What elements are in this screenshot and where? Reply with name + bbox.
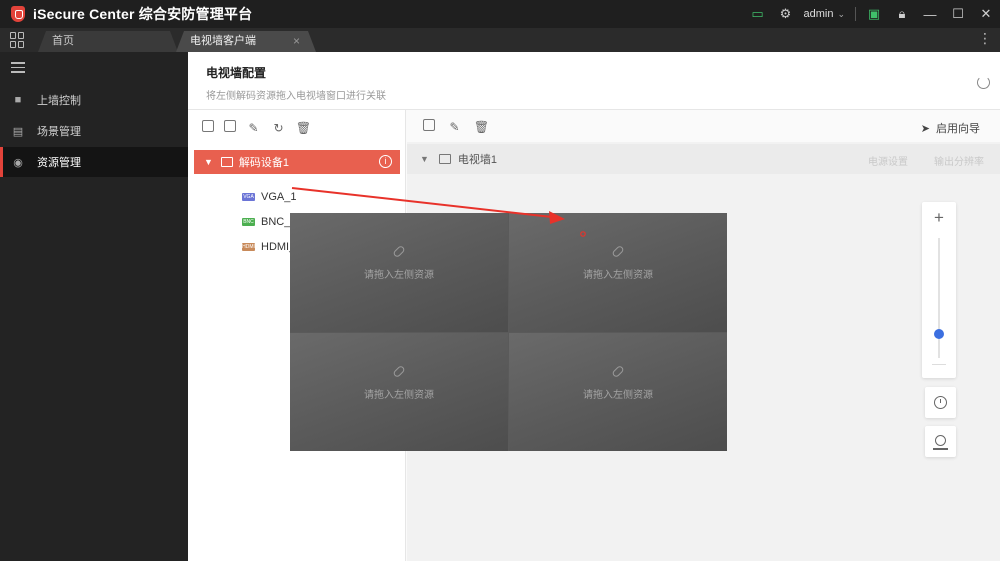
- username: admin: [803, 8, 834, 20]
- divider: [855, 7, 856, 21]
- timer-icon: [934, 396, 947, 409]
- webcam-icon: [933, 434, 948, 450]
- lock-icon[interactable]: 🔒︎: [888, 0, 916, 28]
- tree-leaf-bnc[interactable]: BNC BNC_1: [242, 214, 296, 230]
- app-grid-icon[interactable]: [10, 32, 26, 48]
- sidebar-item-resource-management[interactable]: ◉ 资源管理: [0, 147, 188, 177]
- edit-icon[interactable]: ✎: [447, 119, 462, 134]
- chevron-down-icon: ⌄: [837, 8, 845, 19]
- guide-label: 启用向导: [936, 123, 980, 135]
- zoom-control: +: [922, 202, 956, 378]
- refresh-icon[interactable]: [977, 76, 990, 89]
- menu-icon[interactable]: [11, 62, 25, 74]
- user-menu[interactable]: admin ⌄: [799, 8, 851, 20]
- more-icon[interactable]: ⋮: [978, 30, 992, 47]
- power-settings-button[interactable]: 电源设置: [868, 153, 908, 168]
- maximize-icon[interactable]: ☐: [944, 0, 972, 28]
- tab-strip: 首页 电视墙客户端 × ⋮: [0, 28, 1000, 52]
- tree-leaf-label: VGA_1: [261, 191, 297, 203]
- tab-tv-wall-client[interactable]: 电视墙客户端 ×: [176, 31, 316, 52]
- vga-port-icon: VGA: [242, 193, 255, 201]
- tab-home-label: 首页: [52, 35, 74, 47]
- hdmi-port-icon: HDMI: [242, 243, 255, 251]
- left-sidebar: ■ 上墙控制 ▤ 场景管理 ◉ 资源管理: [0, 52, 188, 561]
- chevron-down-icon[interactable]: ▼: [420, 154, 429, 164]
- wall-screen-1[interactable]: 请拖入左侧资源: [290, 213, 508, 332]
- wall-screen-2[interactable]: 请拖入左侧资源: [509, 213, 727, 332]
- wall-name: 电视墙1: [457, 154, 498, 166]
- square-icon: ■: [14, 94, 22, 106]
- wall-toolbar: ✎ 🗑︎ ➤ 启用向导: [407, 110, 1000, 142]
- tv-wall-grid: 请拖入左侧资源 请拖入左侧资源 请拖入左侧资源 请拖入左侧资源: [290, 213, 727, 451]
- page-title: 电视墙配置: [206, 66, 267, 80]
- decoder-icon: [220, 157, 233, 167]
- info-icon[interactable]: i: [379, 155, 392, 168]
- chevron-down-icon[interactable]: ▼: [204, 157, 213, 167]
- link-icon: [392, 244, 406, 259]
- wall-header[interactable]: ▼ 电视墙1 电源设置 输出分辨率: [407, 144, 1000, 174]
- sidebar-item-label: 场景管理: [37, 126, 81, 138]
- resource-icon: ◉: [13, 156, 23, 169]
- resource-toolbar: ✎ ↻ 🗑︎: [202, 120, 311, 135]
- zoom-in-icon[interactable]: +: [922, 208, 956, 228]
- app-window: iSecure Center 综合安防管理平台 ▭ ⚙ admin ⌄ ▣ 🔒︎…: [0, 0, 1000, 561]
- trash-icon[interactable]: 🗑︎: [474, 119, 489, 134]
- search-device-icon[interactable]: [224, 120, 236, 132]
- enable-guide-button[interactable]: ➤ 启用向导: [921, 120, 980, 136]
- wall-screen-3[interactable]: 请拖入左侧资源: [290, 332, 508, 451]
- wall-tools: ✎ 🗑︎: [423, 119, 489, 134]
- tree-node-label: 解码设备1: [238, 157, 290, 169]
- drop-hint: 请拖入左侧资源: [583, 270, 653, 281]
- sidebar-item-wall-control[interactable]: ■ 上墙控制: [0, 85, 188, 115]
- add-device-icon[interactable]: [202, 120, 214, 132]
- tab-home[interactable]: 首页: [38, 31, 178, 52]
- page-subtitle: 将左侧解码资源拖入电视墙窗口进行关联: [206, 91, 386, 102]
- zoom-slider-track[interactable]: [938, 238, 940, 358]
- trash-icon[interactable]: 🗑︎: [296, 120, 311, 135]
- timer-button[interactable]: [925, 387, 956, 418]
- wall-header-actions: 电源设置 输出分辨率: [868, 153, 984, 168]
- tree-leaf-vga[interactable]: VGA VGA_1: [242, 189, 296, 205]
- screen-check-icon[interactable]: ▣: [860, 0, 888, 28]
- tree-node-decoder[interactable]: ▼ 解码设备1 i: [194, 150, 400, 174]
- camera-button[interactable]: [925, 426, 956, 457]
- tab-close-icon[interactable]: ×: [293, 31, 300, 52]
- layout-icon[interactable]: [423, 119, 435, 131]
- edit-icon[interactable]: ✎: [246, 120, 261, 135]
- shield-logo-icon: [11, 6, 25, 22]
- link-icon: [611, 364, 625, 378]
- send-icon: ➤: [920, 122, 930, 135]
- tv-wall-icon: [438, 154, 451, 164]
- link-icon: [611, 244, 625, 259]
- title-bar: iSecure Center 综合安防管理平台 ▭ ⚙ admin ⌄ ▣ 🔒︎…: [0, 0, 1000, 28]
- wall-screen-4[interactable]: 请拖入左侧资源: [509, 332, 727, 451]
- sidebar-item-label: 上墙控制: [37, 95, 81, 107]
- gear-icon[interactable]: ⚙: [771, 0, 799, 28]
- bnc-port-icon: BNC: [242, 218, 255, 226]
- drop-hint: 请拖入左侧资源: [583, 389, 653, 401]
- minimize-icon[interactable]: —: [916, 0, 944, 28]
- app-title: iSecure Center 综合安防管理平台: [33, 6, 253, 22]
- scene-icon: ▤: [12, 125, 24, 138]
- drop-hint: 请拖入左侧资源: [364, 270, 434, 281]
- output-resolution-button[interactable]: 输出分辨率: [934, 153, 984, 168]
- sidebar-item-label: 资源管理: [37, 157, 81, 169]
- title-bar-actions: ▭ ⚙ admin ⌄ ▣ 🔒︎ — ☐ ✕: [743, 0, 1000, 28]
- zoom-slider-knob[interactable]: [934, 329, 944, 339]
- sidebar-item-scene-management[interactable]: ▤ 场景管理: [0, 116, 188, 146]
- drop-hint: 请拖入左侧资源: [364, 389, 434, 401]
- tab-tv-wall-label: 电视墙客户端: [190, 35, 256, 47]
- page-header: 电视墙配置 将左侧解码资源拖入电视墙窗口进行关联: [188, 52, 1000, 110]
- zoom-out-icon[interactable]: [932, 364, 946, 365]
- link-icon: [392, 364, 406, 378]
- monitor-status-icon[interactable]: ▭: [743, 0, 771, 28]
- refresh-icon[interactable]: ↻: [271, 120, 286, 135]
- close-icon[interactable]: ✕: [972, 0, 1000, 28]
